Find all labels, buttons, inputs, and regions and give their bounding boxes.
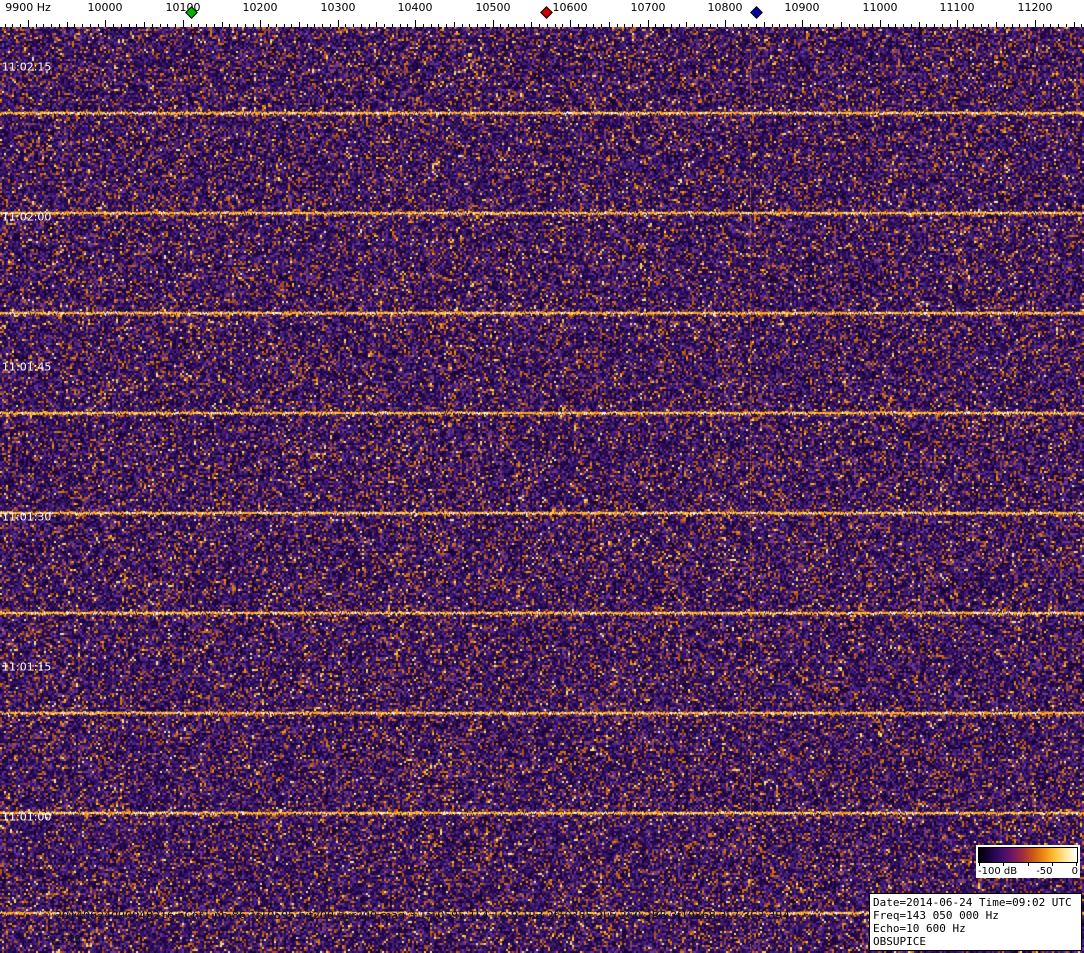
freq-label-10300: 10300 [321, 1, 356, 14]
time-label: 11:01:30 [2, 511, 51, 524]
intensity-color-scale: -100 dB -50 0 [976, 845, 1080, 878]
detection-log-text: 20140624090048216 nCnt1 nb-86 1f10595 hi… [55, 909, 790, 922]
spectrogram-app: 9900 Hz100001010010200103001040010500106… [0, 0, 1084, 953]
marker-red-diamond-icon[interactable] [540, 6, 553, 19]
freq-label-10600: 10600 [553, 1, 588, 14]
freq-label-11000: 11000 [863, 1, 898, 14]
info-date-line: Date=2014-06-24 Time=09:02 UTC [873, 896, 1078, 909]
info-freq-line: Freq=143 050 000 Hz [873, 909, 1078, 922]
freq-tick [802, 20, 803, 27]
freq-label-10700: 10700 [631, 1, 666, 14]
freq-tick [28, 20, 29, 27]
freq-tick [880, 20, 881, 27]
scale-label-max: 0 [1072, 866, 1078, 877]
info-station-line: OBSUPICE [873, 935, 1078, 948]
freq-label-11200: 11200 [1018, 1, 1053, 14]
freq-tick [493, 20, 494, 27]
time-label: 11:02:15 [2, 61, 51, 74]
freq-tick [183, 20, 184, 27]
freq-tick [260, 20, 261, 27]
freq-tick [105, 20, 106, 27]
time-label: 11:01:00 [2, 811, 51, 824]
frequency-ruler[interactable]: 9900 Hz100001010010200103001040010500106… [0, 0, 1084, 27]
freq-tick [338, 20, 339, 27]
freq-label-9900: 9900 Hz [5, 1, 51, 14]
freq-tick [957, 20, 958, 27]
freq-label-10800: 10800 [708, 1, 743, 14]
marker-blue-diamond-icon[interactable] [750, 6, 763, 19]
freq-label-10000: 10000 [88, 1, 123, 14]
freq-label-10400: 10400 [398, 1, 433, 14]
freq-label-10900: 10900 [785, 1, 820, 14]
scale-labels: -100 dB -50 0 [978, 866, 1078, 877]
spectrogram-area: 20140624090048216 nCnt1 nb-86 1f10595 hi… [0, 27, 1084, 953]
freq-tick [570, 20, 571, 27]
scale-label-min: -100 dB [978, 866, 1017, 877]
freq-label-10500: 10500 [476, 1, 511, 14]
freq-tick [648, 20, 649, 27]
time-label: 11:01:15 [2, 661, 51, 674]
freq-tick [1035, 20, 1036, 27]
time-label: 11:02:00 [2, 211, 51, 224]
cursor-readout-text: ^t+48 [44, 933, 81, 946]
observation-info-box: Date=2014-06-24 Time=09:02 UTC Freq=143 … [869, 893, 1082, 951]
freq-label-10200: 10200 [243, 1, 278, 14]
freq-label-11100: 11100 [940, 1, 975, 14]
freq-tick [415, 20, 416, 27]
info-echo-line: Echo=10 600 Hz [873, 922, 1078, 935]
scale-label-mid: -50 [1036, 866, 1052, 877]
spectrogram-canvas[interactable] [0, 27, 1084, 953]
freq-tick [725, 20, 726, 27]
color-gradient-bar [978, 847, 1078, 863]
time-label: 11:01:45 [2, 361, 51, 374]
